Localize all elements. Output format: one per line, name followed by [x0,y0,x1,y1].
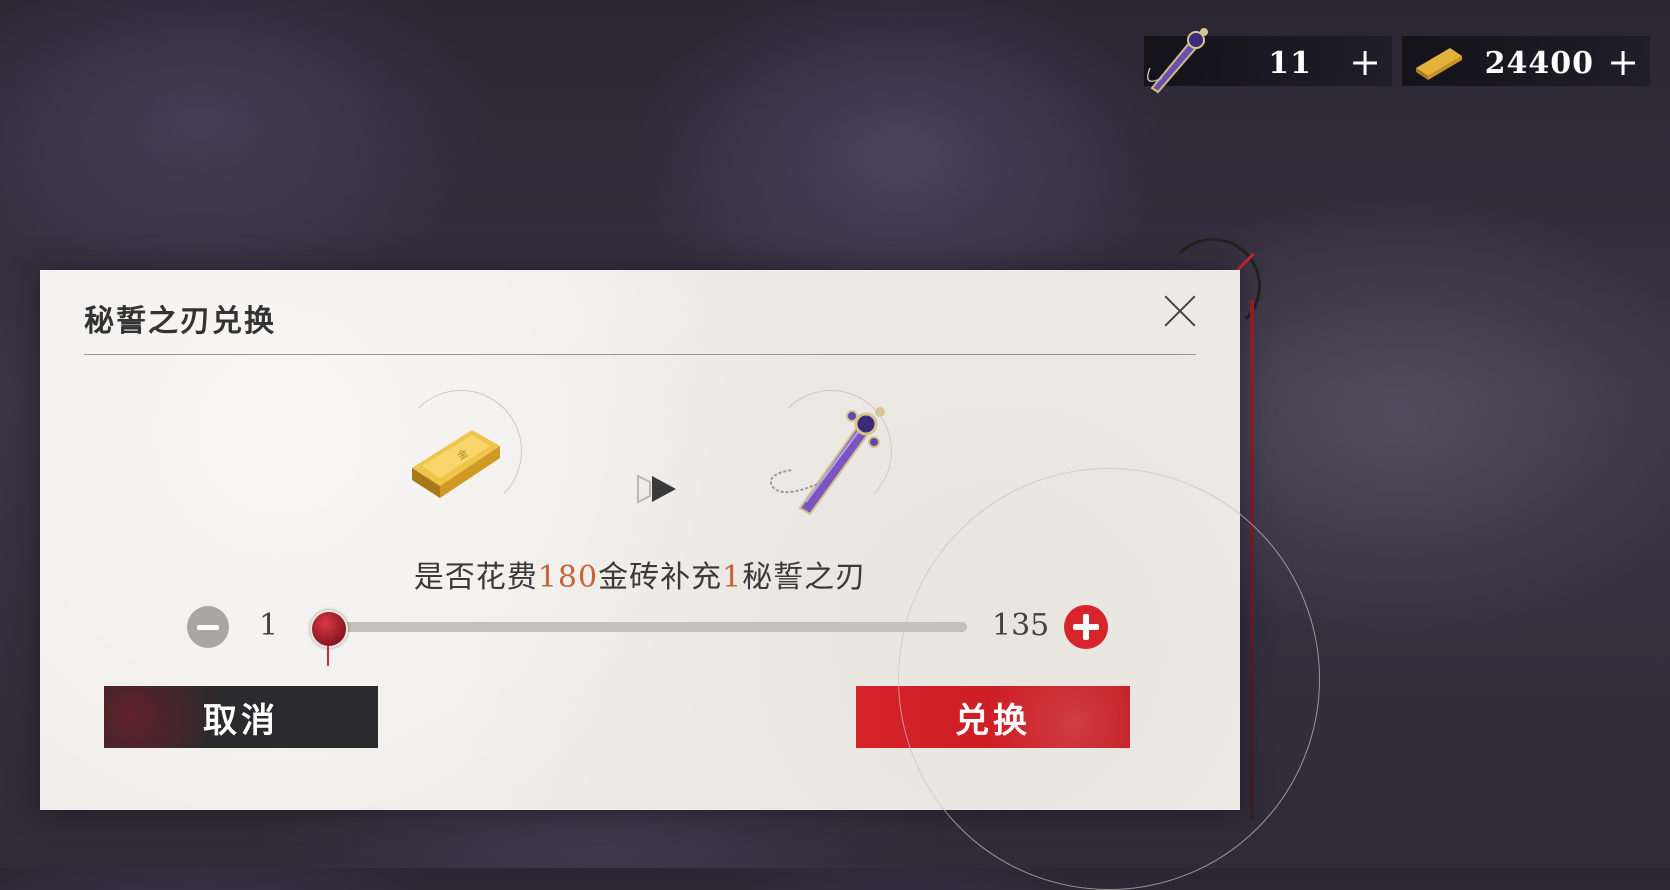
quantity-slider-row: 1 135 [187,602,1108,666]
play-arrow-icon [637,474,676,504]
cost-value: 180 [537,560,599,595]
decrease-quantity-button[interactable] [187,606,229,648]
gold-count: 24400 [1484,46,1594,81]
min-quantity-label: 1 [259,608,279,643]
blade-count: 11 [1268,46,1312,81]
source-item-slot: 金 [392,390,522,520]
gold-currency: 24400 + [1402,36,1650,86]
quantity-slider[interactable] [310,610,967,666]
currency-bar: 11 + 24400 + [1144,28,1650,94]
amount-value: 1 [722,560,743,595]
increase-quantity-button[interactable] [1064,605,1108,649]
max-quantity-label: 135 [992,608,1050,643]
close-icon[interactable] [1158,288,1202,332]
dialog-title: 秘誓之刃兑换 [84,304,276,339]
title-divider [84,354,1196,355]
cancel-button[interactable]: 取消 [104,686,378,748]
slider-thumb[interactable] [310,610,348,666]
exchange-prompt: 是否花费180金砖补充1秘誓之刃 [413,560,867,595]
add-blade-button[interactable]: + [1348,40,1382,84]
target-item-slot [762,390,892,520]
blade-currency: 11 + [1144,28,1392,94]
gold-bar-icon [1416,48,1462,80]
exchange-dialog: 秘誓之刃兑换 金 是否花费180金砖补充1秘誓之刃 1 135 取消 兑换 [40,270,1320,890]
add-gold-button[interactable]: + [1606,40,1640,84]
exchange-button[interactable]: 兑换 [856,686,1130,748]
purple-dagger-icon [1147,28,1208,94]
